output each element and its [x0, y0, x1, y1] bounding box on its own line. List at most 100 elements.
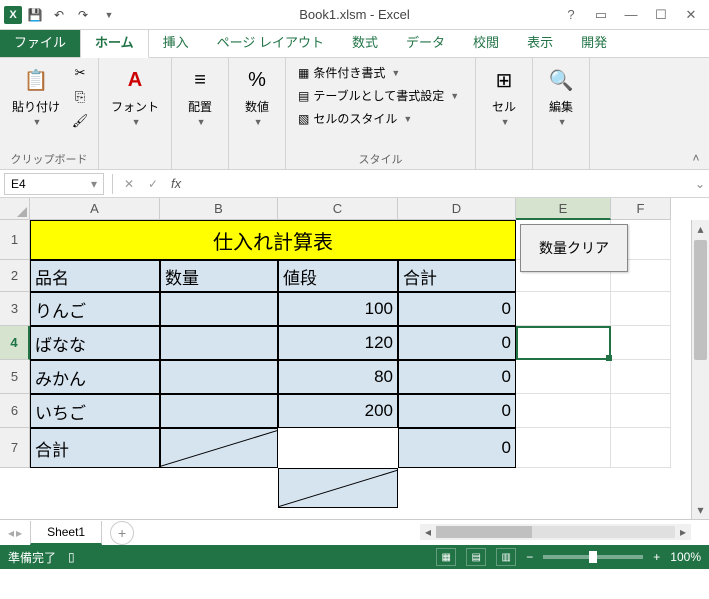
cancel-formula-icon[interactable]: ✕ — [117, 173, 141, 195]
undo-icon[interactable]: ↶ — [48, 4, 70, 26]
number-button[interactable]: % 数値▼ — [237, 62, 277, 129]
cell-total-2[interactable]: 0 — [398, 360, 516, 394]
font-button[interactable]: A フォント▼ — [107, 62, 163, 129]
sheet-nav-prev-icon[interactable]: ◂ — [8, 526, 14, 540]
cell-qty-2[interactable] — [160, 360, 278, 394]
cell-F5[interactable] — [611, 360, 671, 394]
cell-F3[interactable] — [611, 292, 671, 326]
cell-name-2[interactable]: みかん — [30, 360, 160, 394]
format-painter-icon[interactable]: 🖌 — [70, 110, 90, 132]
vertical-scrollbar[interactable]: ▴ ▾ — [691, 220, 709, 519]
col-header-E[interactable]: E — [516, 198, 611, 220]
scroll-up-icon[interactable]: ▴ — [692, 220, 709, 238]
scroll-right-icon[interactable]: ▸ — [675, 525, 691, 539]
cut-icon[interactable]: ✂ — [70, 62, 90, 84]
macro-record-icon[interactable]: ▯ — [68, 550, 75, 564]
copy-icon[interactable]: ⎘ — [70, 86, 90, 108]
cell-E5[interactable] — [516, 360, 611, 394]
editing-button[interactable]: 🔍 編集▼ — [541, 62, 581, 129]
zoom-slider[interactable] — [543, 555, 643, 559]
cell-E7[interactable] — [516, 428, 611, 468]
col-header-B[interactable]: B — [160, 198, 278, 220]
col-header-C[interactable]: C — [278, 198, 398, 220]
cell-header-1[interactable]: 数量 — [160, 260, 278, 292]
view-normal-icon[interactable]: ▦ — [436, 548, 456, 566]
cell-qty-1[interactable] — [160, 326, 278, 360]
cell-F4[interactable] — [611, 326, 671, 360]
cell-price-1[interactable]: 120 — [278, 326, 398, 360]
conditional-format-button[interactable]: ▦条件付き書式▼ — [294, 62, 467, 83]
row-header-3[interactable]: 3 — [0, 292, 30, 326]
help-icon[interactable]: ? — [557, 4, 585, 26]
formula-input[interactable] — [187, 173, 691, 195]
tab-formula[interactable]: 数式 — [338, 26, 392, 57]
vscroll-thumb[interactable] — [694, 240, 707, 360]
cell-header-3[interactable]: 合計 — [398, 260, 516, 292]
horizontal-scrollbar[interactable]: ◂ ▸ — [420, 524, 691, 540]
col-header-A[interactable]: A — [30, 198, 160, 220]
row-header-4[interactable]: 4 — [0, 326, 30, 360]
zoom-in-icon[interactable]: + — [653, 550, 660, 564]
cell-total-0[interactable]: 0 — [398, 292, 516, 326]
cell-header-2[interactable]: 値段 — [278, 260, 398, 292]
collapse-ribbon-icon[interactable]: ˄ — [687, 149, 705, 167]
hscroll-thumb[interactable] — [436, 526, 532, 538]
cell-footer-total[interactable]: 0 — [398, 428, 516, 468]
cell-qty-3[interactable] — [160, 394, 278, 428]
enter-formula-icon[interactable]: ✓ — [141, 173, 165, 195]
tab-view[interactable]: 表示 — [513, 26, 567, 57]
tab-data[interactable]: データ — [392, 26, 459, 57]
sheet-nav-next-icon[interactable]: ▸ — [16, 526, 22, 540]
name-box[interactable]: E4 ▾ — [4, 173, 104, 195]
tab-file[interactable]: ファイル — [0, 26, 80, 57]
ribbon-display-icon[interactable]: ▭ — [587, 4, 615, 26]
zoom-out-icon[interactable]: − — [526, 550, 533, 564]
cell-F7[interactable] — [611, 428, 671, 468]
cell-price-3[interactable]: 200 — [278, 394, 398, 428]
cells-area[interactable]: 仕入れ計算表品名数量値段合計りんご1000ばなな1200みかん800いちご200… — [30, 220, 671, 519]
cell-footer-diag1[interactable] — [160, 428, 278, 468]
minimize-icon[interactable]: — — [617, 4, 645, 26]
row-header-7[interactable]: 7 — [0, 428, 30, 468]
cell-F6[interactable] — [611, 394, 671, 428]
col-header-F[interactable]: F — [611, 198, 671, 220]
cell-name-3[interactable]: いちご — [30, 394, 160, 428]
cell-footer-diag2[interactable] — [278, 468, 398, 508]
qat-customize-icon[interactable]: ▼ — [98, 4, 120, 26]
tab-developer[interactable]: 開発 — [567, 26, 621, 57]
maximize-icon[interactable]: ☐ — [647, 4, 675, 26]
cell-name-1[interactable]: ばなな — [30, 326, 160, 360]
row-header-2[interactable]: 2 — [0, 260, 30, 292]
row-header-6[interactable]: 6 — [0, 394, 30, 428]
name-box-dropdown-icon[interactable]: ▾ — [91, 177, 97, 191]
zoom-level[interactable]: 100% — [670, 550, 701, 564]
tab-page-layout[interactable]: ページ レイアウト — [203, 26, 338, 57]
cell-title[interactable]: 仕入れ計算表 — [30, 220, 516, 260]
cell-header-0[interactable]: 品名 — [30, 260, 160, 292]
row-header-5[interactable]: 5 — [0, 360, 30, 394]
fx-icon[interactable]: fx — [171, 176, 181, 191]
paste-button[interactable]: 📋 貼り付け ▼ — [8, 62, 64, 129]
format-as-table-button[interactable]: ▤テーブルとして書式設定▼ — [294, 85, 467, 106]
select-all-corner[interactable] — [0, 198, 30, 220]
cell-qty-0[interactable] — [160, 292, 278, 326]
cell-price-2[interactable]: 80 — [278, 360, 398, 394]
expand-formula-bar-icon[interactable]: ⌄ — [691, 177, 709, 191]
clear-quantity-button[interactable]: 数量クリア — [520, 224, 628, 272]
view-page-layout-icon[interactable]: ▤ — [466, 548, 486, 566]
close-icon[interactable]: ✕ — [677, 4, 705, 26]
redo-icon[interactable]: ↷ — [72, 4, 94, 26]
fill-handle[interactable] — [606, 355, 612, 361]
cell-styles-button[interactable]: ▧セルのスタイル▼ — [294, 108, 467, 129]
cell-E4[interactable] — [516, 326, 611, 360]
cell-E3[interactable] — [516, 292, 611, 326]
cell-total-1[interactable]: 0 — [398, 326, 516, 360]
cell-E6[interactable] — [516, 394, 611, 428]
cell-total-3[interactable]: 0 — [398, 394, 516, 428]
cell-footer-label[interactable]: 合計 — [30, 428, 160, 468]
scroll-left-icon[interactable]: ◂ — [420, 525, 436, 539]
align-button[interactable]: ≡ 配置▼ — [180, 62, 220, 129]
cell-price-0[interactable]: 100 — [278, 292, 398, 326]
cell-name-0[interactable]: りんご — [30, 292, 160, 326]
scroll-down-icon[interactable]: ▾ — [692, 501, 709, 519]
